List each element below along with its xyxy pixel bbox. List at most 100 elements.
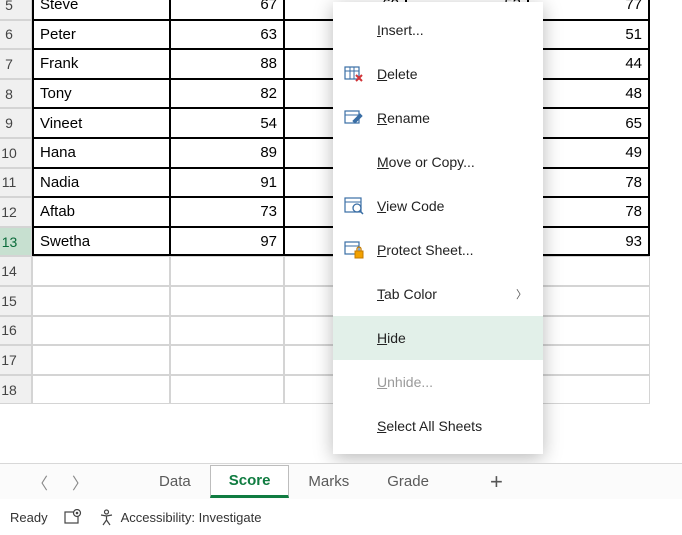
cell-value[interactable]: 48 xyxy=(528,79,650,109)
menu-unhide-label: Unhide... xyxy=(377,374,527,390)
cell-name[interactable] xyxy=(32,256,170,286)
menu-select-all-sheets-label: Select All Sheets xyxy=(377,418,527,434)
cell-value[interactable]: 49 xyxy=(528,138,650,168)
cell-name[interactable] xyxy=(32,345,170,375)
cell-value[interactable] xyxy=(528,286,650,316)
menu-unhide: Unhide... xyxy=(333,360,543,404)
cell-name[interactable] xyxy=(32,375,170,405)
cell-name[interactable]: Tony xyxy=(32,79,170,109)
row-header[interactable]: 18 xyxy=(0,375,32,405)
menu-rename[interactable]: Rename xyxy=(333,96,543,140)
cell-name[interactable]: Hana xyxy=(32,138,170,168)
sheet-context-menu: Insert... Delete Rename Move or Copy... … xyxy=(333,2,543,454)
menu-protect-sheet-label: Protect Sheet... xyxy=(377,242,527,258)
cell-value[interactable]: 65 xyxy=(528,108,650,138)
cell-value[interactable]: 54 xyxy=(170,108,284,138)
cell-value[interactable] xyxy=(528,256,650,286)
cell-value[interactable] xyxy=(170,375,284,405)
cell-value[interactable]: 63 xyxy=(170,20,284,50)
cell-value[interactable] xyxy=(170,256,284,286)
status-ready: Ready xyxy=(10,510,48,525)
cell-value[interactable]: 44 xyxy=(528,49,650,79)
cell-value[interactable]: 78 xyxy=(528,168,650,198)
cell-value[interactable] xyxy=(528,345,650,375)
menu-move-copy-label: Move or Copy... xyxy=(377,154,527,170)
row-header[interactable]: 14 xyxy=(0,256,32,286)
cell-value[interactable] xyxy=(170,286,284,316)
blank-icon xyxy=(343,151,365,173)
blank-icon xyxy=(343,283,365,305)
row-header[interactable]: 5 xyxy=(0,0,32,20)
menu-view-code[interactable]: View Code xyxy=(333,184,543,228)
menu-rename-label: Rename xyxy=(377,110,527,126)
menu-view-code-label: View Code xyxy=(377,198,527,214)
status-bar: Ready Accessibility: Investigate xyxy=(0,499,682,535)
cell-value[interactable]: 73 xyxy=(170,197,284,227)
protect-sheet-icon xyxy=(343,239,365,261)
row-header[interactable]: 8 xyxy=(0,79,32,109)
accessibility-label: Accessibility: Investigate xyxy=(121,510,262,525)
rename-icon xyxy=(343,107,365,129)
sheet-tab-data[interactable]: Data xyxy=(140,466,210,497)
macro-record-icon[interactable] xyxy=(64,509,82,526)
sheet-tab-grade[interactable]: Grade xyxy=(368,466,448,497)
cell-value[interactable] xyxy=(170,316,284,346)
accessibility-status[interactable]: Accessibility: Investigate xyxy=(98,509,262,526)
row-header[interactable]: 6 xyxy=(0,20,32,50)
cell-value[interactable] xyxy=(170,345,284,375)
cell-value[interactable] xyxy=(528,375,650,405)
menu-move-copy[interactable]: Move or Copy... xyxy=(333,140,543,184)
tab-nav-prev[interactable]: 〈 xyxy=(20,466,60,498)
cell-value[interactable]: 82 xyxy=(170,79,284,109)
menu-tab-color[interactable]: Tab Color 〉 xyxy=(333,272,543,316)
blank-icon xyxy=(343,415,365,437)
tab-nav-next[interactable]: 〉 xyxy=(60,466,100,498)
menu-insert-label: Insert... xyxy=(377,22,527,38)
row-header[interactable]: 10 xyxy=(0,138,32,168)
cell-value[interactable]: 89 xyxy=(170,138,284,168)
row-header[interactable]: 13 xyxy=(0,227,32,257)
cell-name[interactable]: Aftab xyxy=(32,197,170,227)
menu-hide[interactable]: Hide xyxy=(333,316,543,360)
cell-name[interactable]: Nadia xyxy=(32,168,170,198)
blank-icon xyxy=(343,327,365,349)
row-header[interactable]: 9 xyxy=(0,108,32,138)
sheet-tab-marks[interactable]: Marks xyxy=(289,466,368,497)
sheet-tab-strip: 〈 〉 Data Score Marks Grade + xyxy=(0,463,682,499)
cell-value[interactable]: 91 xyxy=(170,168,284,198)
row-header[interactable]: 11 xyxy=(0,168,32,198)
cell-name[interactable]: Swetha xyxy=(32,227,170,257)
cell-value[interactable]: 88 xyxy=(170,49,284,79)
row-header[interactable]: 16 xyxy=(0,316,32,346)
cell-value[interactable]: 78 xyxy=(528,197,650,227)
delete-sheet-icon xyxy=(343,63,365,85)
cell-value[interactable]: 93 xyxy=(528,227,650,257)
menu-hide-label: Hide xyxy=(377,330,527,346)
row-header[interactable]: 12 xyxy=(0,197,32,227)
cell-value[interactable]: 51 xyxy=(528,20,650,50)
cell-value[interactable] xyxy=(528,316,650,346)
row-header[interactable]: 7 xyxy=(0,49,32,79)
view-code-icon xyxy=(343,195,365,217)
cell-name[interactable] xyxy=(32,286,170,316)
chevron-right-icon: 〉 xyxy=(516,286,527,302)
cell-name[interactable]: Peter xyxy=(32,20,170,50)
cell-value[interactable]: 67 xyxy=(170,0,284,20)
cell-name[interactable]: Vineet xyxy=(32,108,170,138)
row-header[interactable]: 17 xyxy=(0,345,32,375)
cell-name[interactable]: Steve xyxy=(32,0,170,20)
sheet-tab-score[interactable]: Score xyxy=(210,465,290,498)
cell-value[interactable]: 77 xyxy=(528,0,650,20)
menu-delete[interactable]: Delete xyxy=(333,52,543,96)
new-sheet-button[interactable]: + xyxy=(478,467,515,497)
menu-select-all-sheets[interactable]: Select All Sheets xyxy=(333,404,543,448)
blank-icon xyxy=(343,371,365,393)
blank-icon xyxy=(343,19,365,41)
cell-name[interactable]: Frank xyxy=(32,49,170,79)
cell-name[interactable] xyxy=(32,316,170,346)
menu-protect-sheet[interactable]: Protect Sheet... xyxy=(333,228,543,272)
row-header[interactable]: 15 xyxy=(0,286,32,316)
menu-delete-label: Delete xyxy=(377,66,527,82)
menu-insert[interactable]: Insert... xyxy=(333,8,543,52)
cell-value[interactable]: 97 xyxy=(170,227,284,257)
